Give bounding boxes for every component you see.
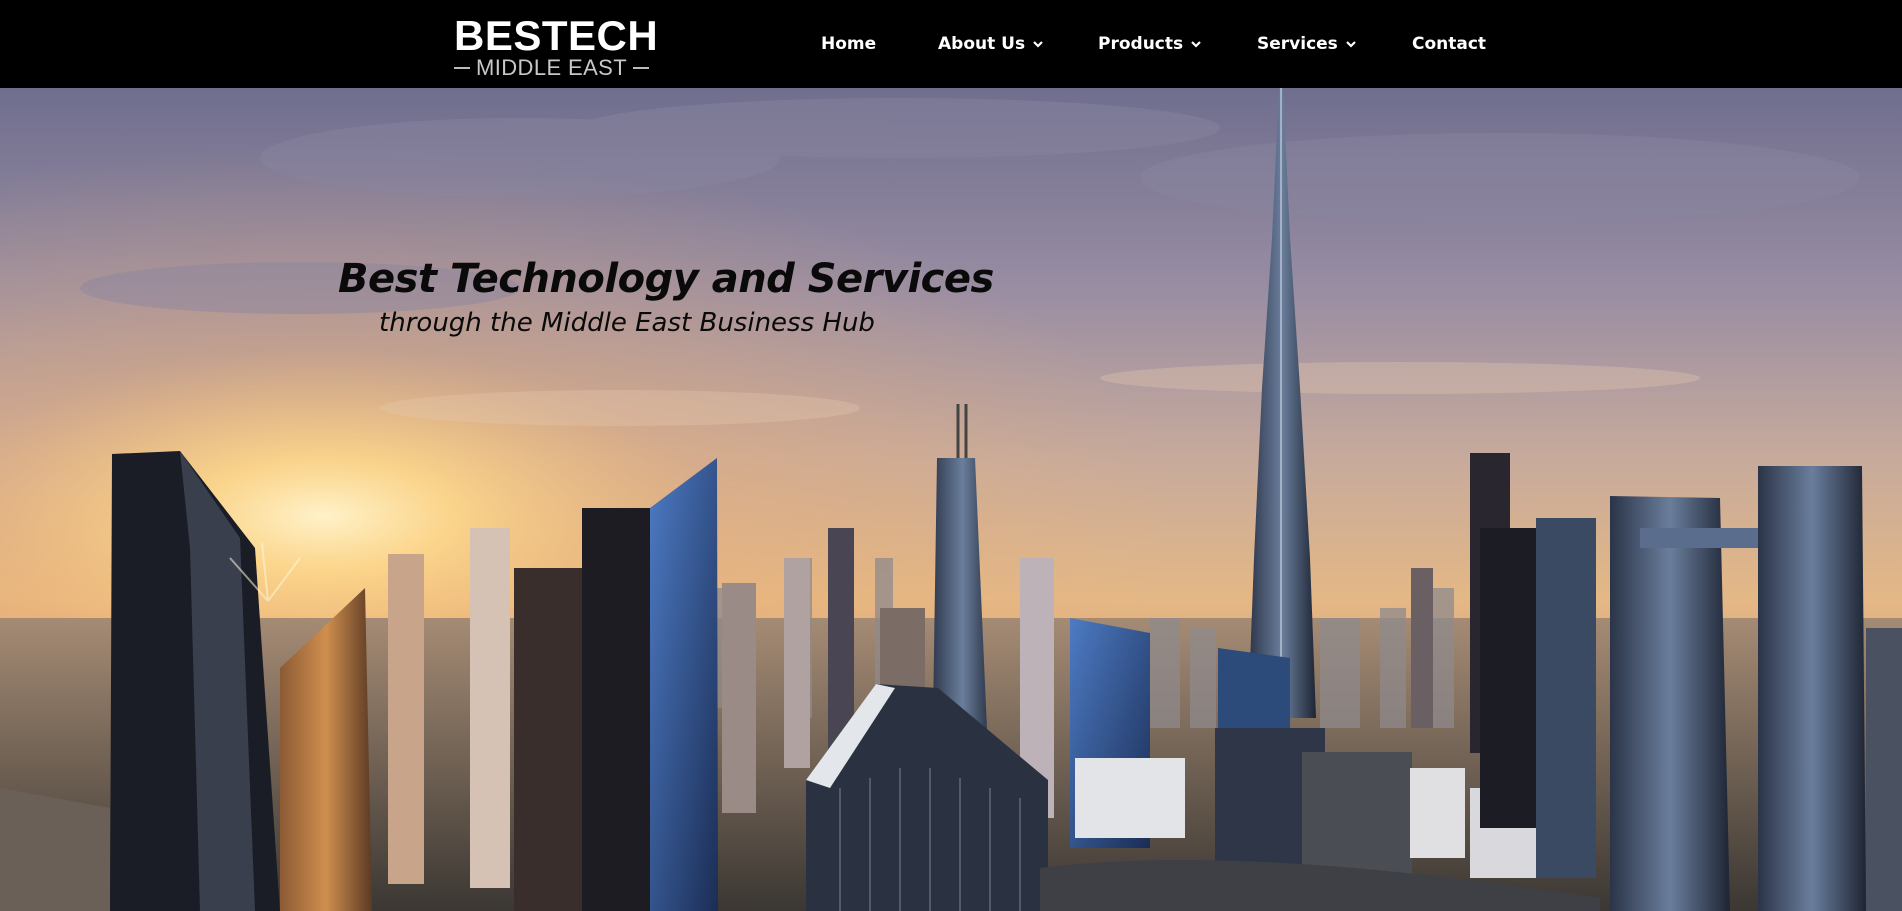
nav-about-us[interactable]: About Us xyxy=(938,32,1043,56)
nav-contact[interactable]: Contact xyxy=(1412,32,1486,56)
nav-home[interactable]: Home xyxy=(821,32,876,56)
chevron-down-icon xyxy=(1346,41,1356,48)
hero-banner: Best Technology and Services through the… xyxy=(0,88,1902,911)
nav-about-us-label: About Us xyxy=(938,34,1026,54)
nav-services-label: Services xyxy=(1257,34,1338,54)
nav-services[interactable]: Services xyxy=(1257,32,1356,56)
hero-subheadline: through the Middle East Business Hub xyxy=(379,308,875,338)
hero-headline: Best Technology and Services xyxy=(338,256,994,302)
nav-home-label: Home xyxy=(821,34,877,54)
nav-products-label: Products xyxy=(1098,34,1184,54)
main-nav: Home About Us Products Services Contact xyxy=(0,0,1902,88)
site-header: BESTECH MIDDLE EAST Home About Us Produc… xyxy=(0,0,1902,88)
chevron-down-icon xyxy=(1191,41,1201,48)
nav-contact-label: Contact xyxy=(1412,34,1487,54)
nav-products[interactable]: Products xyxy=(1098,32,1201,56)
hero-background-skyline-image xyxy=(0,88,1902,911)
chevron-down-icon xyxy=(1033,41,1043,48)
